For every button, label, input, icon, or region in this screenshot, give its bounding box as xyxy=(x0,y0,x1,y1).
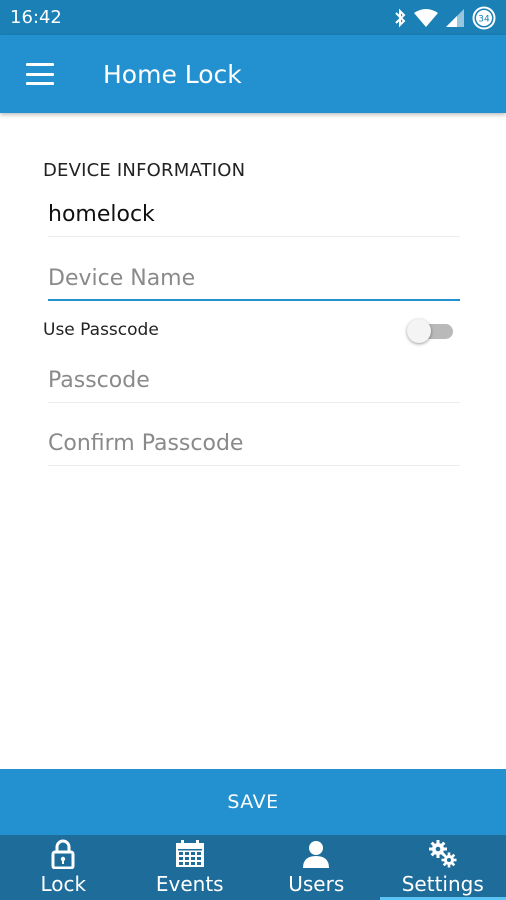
device-id-field[interactable] xyxy=(48,193,460,237)
nav-label-users: Users xyxy=(288,872,345,896)
page-title: Home Lock xyxy=(103,59,242,89)
status-icons: 34 xyxy=(394,6,496,30)
wifi-icon xyxy=(414,8,438,27)
confirm-passcode-input[interactable] xyxy=(48,422,460,466)
use-passcode-label: Use Passcode xyxy=(43,320,159,340)
use-passcode-toggle[interactable] xyxy=(407,317,453,343)
nav-item-settings[interactable]: Settings xyxy=(379,835,506,900)
nav-label-settings: Settings xyxy=(401,872,484,896)
status-time: 16:42 xyxy=(10,7,62,28)
nav-item-lock[interactable]: Lock xyxy=(0,835,127,900)
nav-label-events: Events xyxy=(155,872,224,896)
status-bar: 16:42 34 xyxy=(0,0,506,35)
gears-icon xyxy=(428,840,457,868)
nav-item-users[interactable]: Users xyxy=(253,835,380,900)
passcode-input[interactable] xyxy=(48,359,460,403)
battery-level: 34 xyxy=(478,14,490,24)
bluetooth-icon xyxy=(395,8,406,27)
hamburger-menu-icon[interactable] xyxy=(26,63,54,85)
save-button[interactable]: SAVE xyxy=(0,769,506,835)
calendar-icon xyxy=(175,840,204,867)
lock-icon xyxy=(51,839,75,869)
nav-label-lock: Lock xyxy=(40,872,87,896)
bottom-nav: Lock Events Users Settings xyxy=(0,835,506,900)
toggle-thumb xyxy=(407,319,431,343)
app-bar: Home Lock xyxy=(0,35,506,113)
cell-signal-icon xyxy=(446,8,464,27)
use-passcode-row: Use Passcode xyxy=(43,315,453,345)
battery-icon: 34 xyxy=(472,6,496,29)
user-icon xyxy=(303,841,330,868)
section-title: DEVICE INFORMATION xyxy=(43,160,246,181)
nav-item-events[interactable]: Events xyxy=(127,835,254,900)
device-name-input[interactable] xyxy=(48,257,460,301)
